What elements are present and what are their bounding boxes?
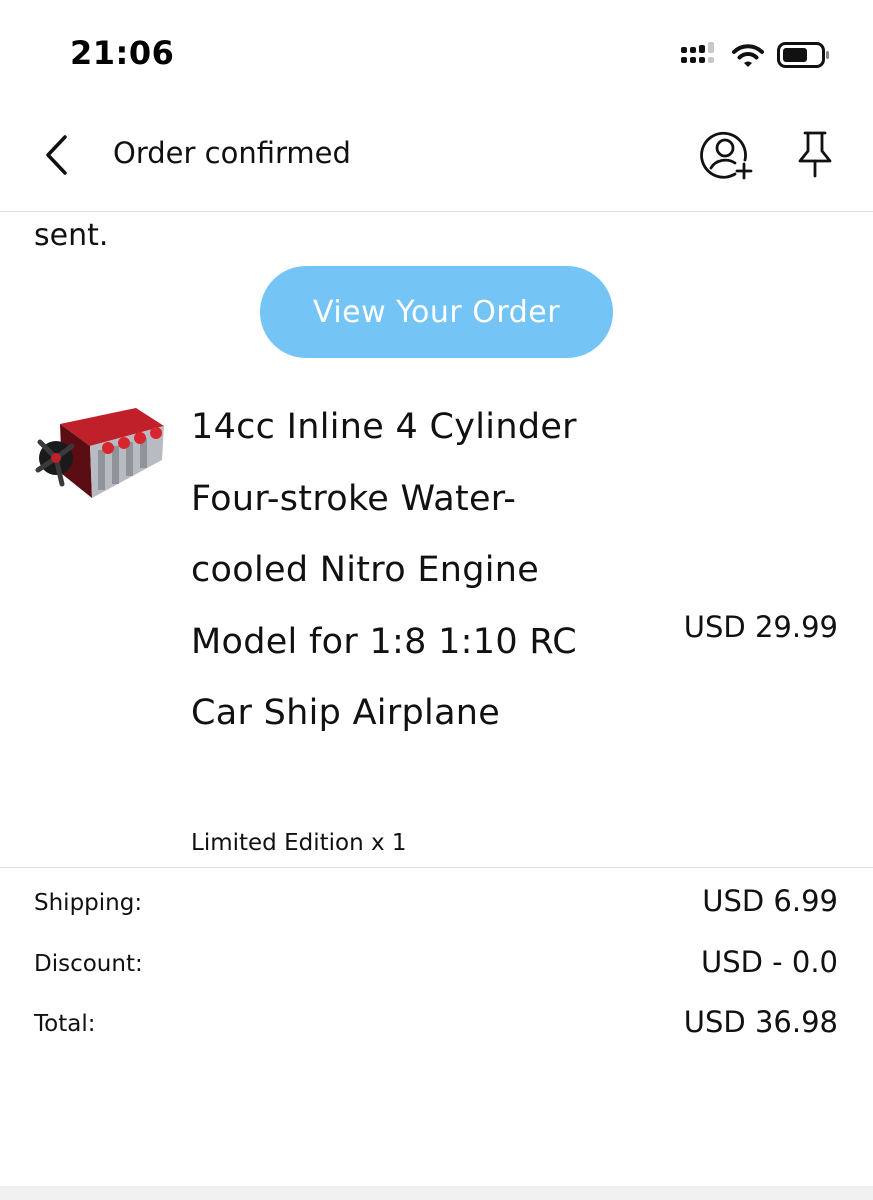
total-row: Total: USD 36.98 (34, 1001, 838, 1041)
add-contact-button[interactable] (699, 126, 755, 182)
shipping-row: Shipping: USD 6.99 (34, 880, 838, 920)
back-button[interactable] (34, 130, 78, 180)
add-contact-icon (700, 131, 753, 180)
total-label: Total: (34, 1011, 96, 1037)
view-order-button[interactable]: View Your Order (260, 266, 613, 358)
page-title: Order confirmed (113, 136, 351, 170)
product-image[interactable] (32, 402, 168, 506)
order-confirmed-screen: 21:06 Order confirmed sent. View Your Or… (0, 0, 873, 1200)
divider (0, 867, 873, 868)
shipping-label: Shipping: (34, 890, 143, 916)
pin-button[interactable] (795, 129, 835, 179)
status-icons (679, 38, 831, 72)
discount-value: USD - 0.0 (701, 945, 838, 979)
header-actions (699, 126, 835, 182)
cellular-signal-icon (681, 42, 714, 63)
header: Order confirmed (0, 100, 873, 212)
engine-model-image (35, 408, 164, 498)
status-bar: 21:06 (0, 0, 873, 100)
discount-label: Discount: (34, 951, 143, 977)
wifi-icon (732, 44, 764, 67)
confirmation-text: sent. (34, 218, 109, 253)
product-price: USD 29.99 (683, 610, 838, 644)
status-time: 21:06 (70, 34, 175, 72)
discount-row: Discount: USD - 0.0 (34, 941, 838, 981)
chevron-left-icon (46, 135, 67, 175)
shipping-value: USD 6.99 (702, 884, 838, 918)
product-variant: Limited Edition x 1 (191, 830, 407, 856)
pin-icon (798, 131, 832, 178)
product-title[interactable]: 14cc Inline 4 Cylinder Four-stroke Water… (191, 392, 621, 750)
bottom-bar (0, 1186, 873, 1200)
battery-icon (777, 42, 829, 68)
total-value: USD 36.98 (683, 1005, 838, 1039)
